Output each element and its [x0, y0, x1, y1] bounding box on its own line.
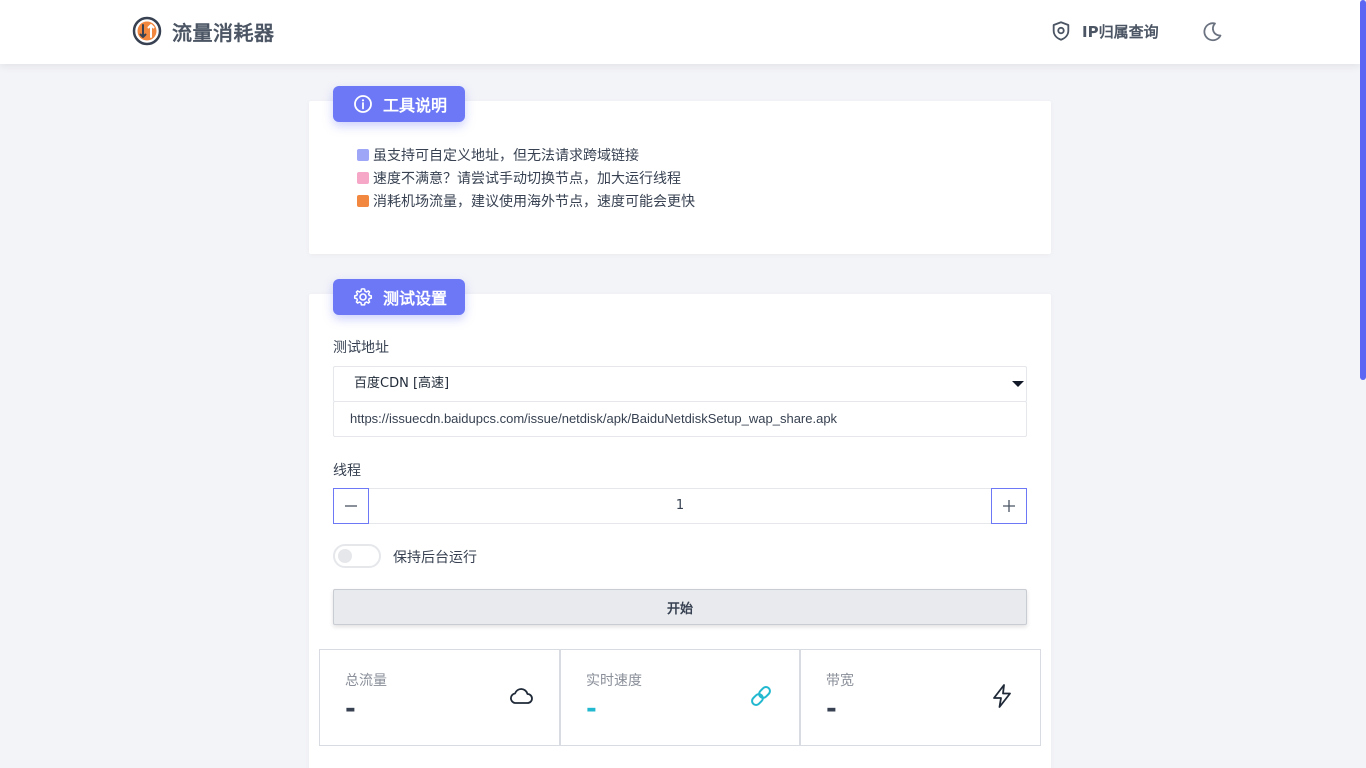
- ip-lookup-link[interactable]: IP归属查询: [1050, 20, 1159, 42]
- link-icon: [751, 686, 771, 706]
- node-select[interactable]: 百度CDN [高速]: [333, 366, 1027, 402]
- test-url-input[interactable]: https://issuecdn.baidupcs.com/issue/netd…: [333, 401, 1027, 437]
- lightning-icon: [993, 684, 1011, 708]
- app-title: 流量消耗器: [172, 20, 275, 45]
- start-button[interactable]: 开始: [333, 589, 1027, 625]
- stat-value: -: [345, 694, 356, 724]
- caret-down-icon: [1012, 381, 1024, 387]
- stat-title: 总流量: [345, 673, 387, 689]
- stat-realtime-speed: 实时速度 -: [560, 649, 800, 746]
- logo-icon: [132, 16, 162, 46]
- stat-title: 实时速度: [586, 673, 642, 689]
- settings-section-badge: 测试设置: [333, 279, 465, 315]
- tip-bullet: [357, 194, 369, 207]
- cloud-icon: [510, 688, 533, 704]
- node-select-value: 百度CDN [高速]: [354, 376, 450, 391]
- toggle-knob: [338, 549, 352, 563]
- tip-item: 虽支持可自定义地址，但无法请求跨域链接: [357, 143, 695, 166]
- tip-item: 速度不满意？请尝试手动切换节点，加大运行线程: [357, 166, 695, 189]
- page-scrollbar[interactable]: [1360, 0, 1366, 768]
- stat-bandwidth: 带宽 -: [800, 649, 1041, 746]
- brand[interactable]: 流量消耗器: [132, 16, 275, 46]
- tip-bullet: [357, 148, 369, 161]
- background-run-label: 保持后台运行: [393, 550, 477, 566]
- gear-icon: [353, 288, 373, 306]
- stat-value: -: [826, 694, 837, 724]
- settings-section-title: 测试设置: [383, 289, 448, 308]
- threads-decrement-button[interactable]: [333, 488, 369, 524]
- shield-icon: [1052, 21, 1070, 41]
- minus-icon: [345, 505, 357, 507]
- tips-list: 虽支持可自定义地址，但无法请求跨域链接 速度不满意？请尝试手动切换节点，加大运行…: [357, 143, 695, 212]
- background-run-toggle[interactable]: [333, 544, 381, 568]
- test-url-label: 测试地址: [333, 340, 389, 356]
- top-navbar: 流量消耗器 IP归属查询: [0, 0, 1360, 64]
- ip-lookup-label: IP归属查询: [1082, 22, 1159, 41]
- stat-total-traffic: 总流量 -: [319, 649, 560, 746]
- tip-item: 消耗机场流量，建议使用海外节点，速度可能会更快: [357, 189, 695, 212]
- info-section-badge: 工具说明: [333, 86, 465, 122]
- threads-increment-button[interactable]: [991, 488, 1027, 524]
- tip-text: 消耗机场流量，建议使用海外节点，速度可能会更快: [373, 193, 695, 210]
- plus-icon: [1003, 500, 1015, 512]
- threads-input[interactable]: 1: [369, 488, 991, 524]
- tip-text: 虽支持可自定义地址，但无法请求跨域链接: [373, 147, 639, 164]
- info-section-title: 工具说明: [383, 96, 448, 115]
- tip-bullet: [357, 171, 369, 184]
- moon-icon[interactable]: [1200, 20, 1224, 44]
- threads-label: 线程: [333, 463, 361, 479]
- stat-value: -: [586, 694, 597, 724]
- scrollbar-thumb[interactable]: [1360, 0, 1366, 380]
- tip-text: 速度不满意？请尝试手动切换节点，加大运行线程: [373, 170, 681, 187]
- stat-title: 带宽: [826, 673, 854, 689]
- info-icon: [354, 95, 372, 113]
